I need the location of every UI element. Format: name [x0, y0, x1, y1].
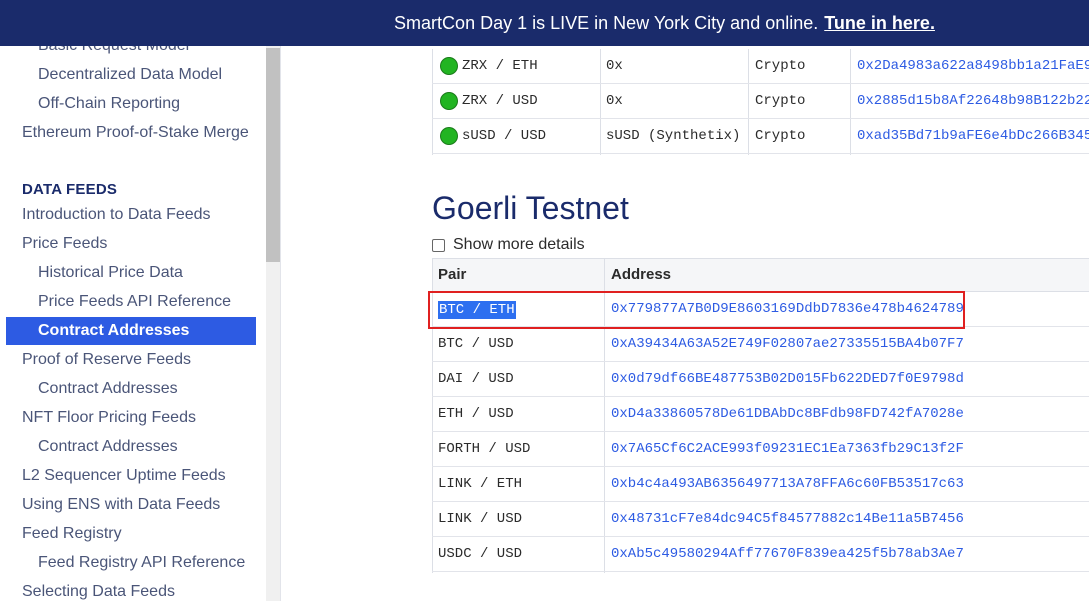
asset-cell: 0x: [606, 58, 623, 74]
sidebar-item-off-chain-reporting[interactable]: Off-Chain Reporting: [38, 90, 180, 118]
sidebar-item-contract-addresses-active[interactable]: Contract Addresses: [6, 317, 256, 345]
table-row: FORTH / USD 0x7A65Cf6C2ACE993f09231EC1Ea…: [432, 432, 1089, 467]
sidebar-section-data-feeds: DATA FEEDS: [22, 181, 118, 198]
sidebar-item-nft-contract-addresses[interactable]: Contract Addresses: [38, 433, 178, 461]
table-row: DAI / USD 0x0d79df66BE487753B02D015Fb622…: [432, 362, 1089, 397]
column-header-pair: Pair: [438, 266, 467, 283]
pair-cell: USDC / USD: [438, 546, 523, 562]
sidebar-item-pos-merge[interactable]: Ethereum Proof-of-Stake Merge: [22, 119, 249, 147]
address-link[interactable]: 0x2885d15b8Af22648b98B122b22F: [857, 84, 1089, 119]
show-more-label: Show more details: [453, 236, 585, 253]
address-link[interactable]: 0xb4c4a493AB6356497713A78FFA6c60FB53517c…: [611, 467, 964, 502]
column-header-address: Address: [611, 266, 672, 283]
type-cell: Crypto: [755, 93, 806, 109]
banner-link[interactable]: Tune in here.: [824, 13, 935, 33]
address-link[interactable]: 0x7A65Cf6C2ACE993f09231EC1Ea7363fb29C13f…: [611, 432, 964, 467]
pair-cell: ZRX / ETH: [462, 58, 538, 74]
address-link[interactable]: 0x0d79df66BE487753B02D015Fb622DED7f0E979…: [611, 362, 964, 397]
pair-cell: ZRX / USD: [462, 93, 538, 109]
sidebar-item-feed-registry-api[interactable]: Feed Registry API Reference: [38, 549, 245, 577]
address-link[interactable]: 0x2Da4983a622a8498bb1a21FaE9D: [857, 49, 1089, 84]
banner-text: SmartCon Day 1 is LIVE in New York City …: [394, 13, 935, 34]
sidebar-item-price-feeds[interactable]: Price Feeds: [22, 230, 107, 258]
status-dot-icon: [440, 57, 458, 75]
address-link[interactable]: 0xAb5c49580294Aff77670F839ea425f5b78ab3A…: [611, 537, 964, 572]
pair-cell: ETH / USD: [438, 406, 514, 422]
type-cell: Crypto: [755, 58, 806, 74]
sidebar-item-proof-of-reserve[interactable]: Proof of Reserve Feeds: [22, 346, 191, 374]
sidebar-nav: Basic Request Model Decentralized Data M…: [0, 46, 266, 601]
address-link[interactable]: 0xA39434A63A52E749F02807ae27335515BA4b07…: [611, 327, 964, 362]
announcement-banner: SmartCon Day 1 is LIVE in New York City …: [0, 0, 1089, 46]
sidebar-item-l2-sequencer[interactable]: L2 Sequencer Uptime Feeds: [22, 462, 226, 490]
pair-cell: DAI / USD: [438, 371, 514, 387]
table-row: sUSD / USD sUSD (Synthetix) Crypto 0xad3…: [432, 119, 1089, 154]
sidebar-item-selecting-data-feeds[interactable]: Selecting Data Feeds: [22, 578, 175, 601]
sidebar-divider: [280, 46, 281, 601]
asset-cell: 0x: [606, 93, 623, 109]
sidebar-item-historical-price-data[interactable]: Historical Price Data: [38, 259, 183, 287]
sidebar-item-ens[interactable]: Using ENS with Data Feeds: [22, 491, 220, 519]
status-dot-icon: [440, 92, 458, 110]
banner-message: SmartCon Day 1 is LIVE in New York City …: [394, 12, 819, 33]
sidebar-item-intro-data-feeds[interactable]: Introduction to Data Feeds: [22, 201, 211, 229]
section-heading-goerli: Goerli Testnet: [432, 190, 629, 226]
sidebar-item-por-contract-addresses[interactable]: Contract Addresses: [38, 375, 178, 403]
asset-cell: sUSD (Synthetix): [606, 128, 741, 144]
table-row: LINK / ETH 0xb4c4a493AB6356497713A78FFA6…: [432, 467, 1089, 502]
table-row: BTC / USD 0xA39434A63A52E749F02807ae2733…: [432, 327, 1089, 362]
status-dot-icon: [440, 127, 458, 145]
table-row: ETH / USD 0xD4a33860578De61DBAbDc8BFdb98…: [432, 397, 1089, 432]
pair-cell: LINK / ETH: [438, 476, 523, 492]
sidebar-item-feed-registry[interactable]: Feed Registry: [22, 520, 122, 548]
show-more-details-toggle[interactable]: Show more details: [432, 236, 585, 254]
sidebar-item-decentralized-data-model[interactable]: Decentralized Data Model: [38, 61, 222, 89]
pair-cell: LINK / USD: [438, 511, 523, 527]
sidebar-item-basic-request-model[interactable]: Basic Request Model: [38, 46, 189, 60]
sidebar-item-price-feeds-api[interactable]: Price Feeds API Reference: [38, 288, 231, 316]
highlight-annotation-box: [428, 291, 965, 329]
type-cell: Crypto: [755, 128, 806, 144]
pair-cell: BTC / USD: [438, 336, 514, 352]
sidebar-item-nft-floor-pricing[interactable]: NFT Floor Pricing Feeds: [22, 404, 196, 432]
table-row: ZRX / USD 0x Crypto 0x2885d15b8Af22648b9…: [432, 84, 1089, 119]
pair-cell: sUSD / USD: [462, 128, 547, 144]
address-link[interactable]: 0x48731cF7e84dc94C5f84577882c14Be11a5B74…: [611, 502, 964, 537]
address-link[interactable]: 0xad35Bd71b9aFE6e4bDc266B345c: [857, 119, 1089, 154]
table-row: ZRX / ETH 0x Crypto 0x2Da4983a622a8498bb…: [432, 49, 1089, 84]
sidebar-scrollbar-thumb[interactable]: [266, 48, 280, 262]
table-row: LINK / USD 0x48731cF7e84dc94C5f84577882c…: [432, 502, 1089, 537]
pair-cell: FORTH / USD: [438, 441, 531, 457]
address-link[interactable]: 0xD4a33860578De61DBAbDc8BFdb98FD742fA702…: [611, 397, 964, 432]
table-row: USDC / USD 0xAb5c49580294Aff77670F839ea4…: [432, 537, 1089, 572]
goerli-table-header: Pair Address: [432, 258, 1089, 292]
show-more-checkbox[interactable]: [432, 238, 445, 252]
